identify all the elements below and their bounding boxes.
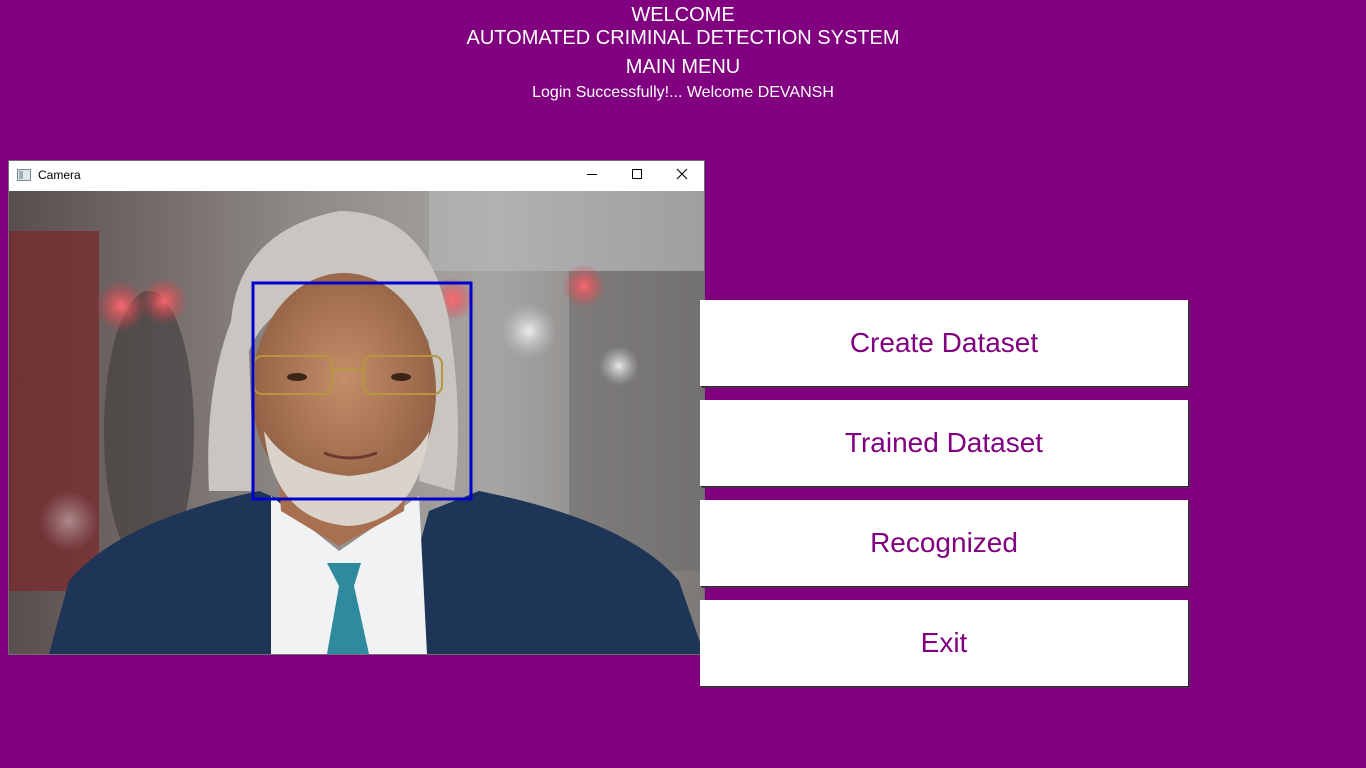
login-status-message: Login Successfully!... Welcome DEVANSH xyxy=(532,84,834,101)
welcome-heading: WELCOME xyxy=(631,4,735,26)
maximize-icon xyxy=(631,167,643,185)
camera-window[interactable]: Camera xyxy=(8,160,705,655)
trained-dataset-button[interactable]: Trained Dataset xyxy=(700,400,1188,486)
create-dataset-button[interactable]: Create Dataset xyxy=(700,300,1188,386)
camera-window-title: Camera xyxy=(38,168,81,182)
close-button[interactable] xyxy=(659,161,705,191)
window-app-icon xyxy=(17,168,31,181)
camera-window-titlebar[interactable]: Camera xyxy=(9,161,704,191)
system-title: AUTOMATED CRIMINAL DETECTION SYSTEM xyxy=(466,27,900,49)
camera-feed xyxy=(9,191,704,654)
recognized-button[interactable]: Recognized xyxy=(700,500,1188,586)
minimize-button[interactable] xyxy=(569,161,615,191)
minimize-icon xyxy=(586,167,598,185)
exit-button[interactable]: Exit xyxy=(700,600,1188,686)
close-icon xyxy=(676,167,688,185)
main-menu-heading: MAIN MENU xyxy=(625,56,741,78)
maximize-button[interactable] xyxy=(614,161,660,191)
